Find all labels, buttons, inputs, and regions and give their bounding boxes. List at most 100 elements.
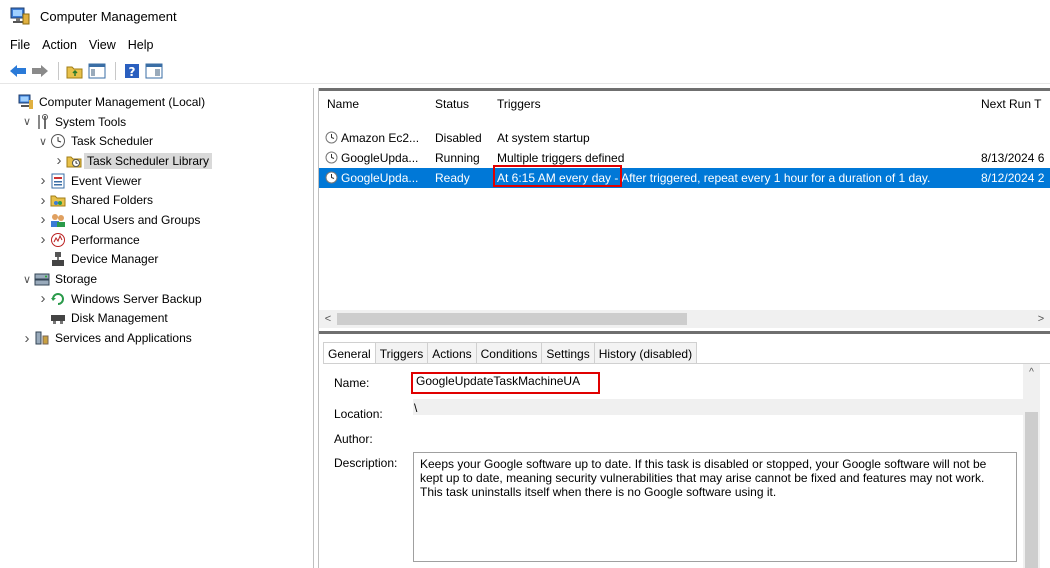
menu-file[interactable]: File [0,34,36,56]
horizontal-scrollbar[interactable]: < > [319,310,1050,328]
up-folder-icon[interactable] [65,61,85,81]
chevron-right-icon[interactable]: › [36,172,50,189]
chevron-right-icon[interactable]: › [20,330,34,347]
horizontal-scroll-thumb[interactable] [337,313,687,325]
location-field-bg [413,399,1023,415]
task-status-cell: Running [435,151,480,165]
task-name-text: GoogleUpda... [341,151,419,165]
chevron-down-icon[interactable]: ∨ [36,135,50,148]
tree-item-label: Storage [55,272,98,287]
task-row[interactable]: GoogleUpda... Running Multiple triggers de… [319,148,1050,168]
menu-help[interactable]: Help [122,34,160,56]
column-header-next-run[interactable]: Next Run T [973,94,1050,114]
chevron-right-icon[interactable]: › [36,231,50,248]
tree-item[interactable]: › Local Users and Groups [0,210,313,230]
tree-item[interactable]: ∨ Task Scheduler [0,131,313,151]
task-row[interactable]: GoogleUpda... Ready At 6:15 AM every day -… [319,168,1050,188]
task-next-run-cell: 8/13/2024 6 [981,151,1045,165]
tree-item-label: Disk Management [71,311,168,326]
trigger-detail-text: - After triggered, repeat every 1 hour f… [611,171,931,185]
tree-item-label: Local Users and Groups [71,212,201,227]
tree-item[interactable]: › Performance [0,230,313,250]
tab-settings[interactable]: Settings [542,342,595,364]
help-icon[interactable]: ? [122,61,142,81]
task-list-header: Name Status Triggers Next Run T [319,94,1050,114]
tree-item-label: Task Scheduler [71,134,154,149]
tab-conditions[interactable]: Conditions [476,342,543,364]
chevron-down-icon[interactable]: ∨ [20,115,34,128]
tree-item[interactable]: ∨ Storage [0,269,313,289]
detail-tabs: General Triggers Actions Conditions Sett… [323,342,698,364]
tree-item[interactable]: › Services and Applications [0,328,313,348]
column-header-triggers[interactable]: Triggers [489,94,973,114]
show-hide-tree-icon[interactable] [87,61,107,81]
chevron-right-icon[interactable]: › [36,290,50,307]
location-value[interactable]: \ [414,401,417,415]
chevron-down-icon[interactable]: ∨ [20,273,34,286]
pane-divider[interactable] [319,331,1050,334]
tab-general[interactable]: General [323,342,376,364]
task-name-cell: GoogleUpda... [325,148,427,168]
tree-item[interactable]: ∨ System Tools [0,112,313,132]
task-name-cell: GoogleUpda... [325,168,427,188]
description-textbox[interactable]: Keeps your Google software up to date. I… [413,452,1017,562]
tab-actions[interactable]: Actions [428,342,477,364]
tree-item-label: Device Manager [71,252,159,267]
name-label: Name: [334,376,370,390]
tree-item-label: Services and Applications [55,331,192,346]
tree-item[interactable]: › Shared Folders [0,190,313,210]
task-next-run-cell: 8/12/2024 2 [981,171,1045,185]
column-header-name[interactable]: Name [319,94,427,114]
menu-action[interactable]: Action [36,34,83,56]
chevron-right-icon[interactable]: › [36,192,50,209]
scroll-left-icon[interactable]: < [319,310,337,328]
back-icon[interactable] [8,61,28,81]
trigger-text: At system startup [497,131,590,145]
tree-item[interactable]: Device Manager [0,250,313,270]
scroll-up-icon[interactable]: ^ [1023,364,1040,382]
menu-bar: File Action View Help [0,34,160,56]
storage-icon [34,271,50,287]
task-status-cell: Disabled [435,131,482,145]
task-name-text: GoogleUpda... [341,171,419,185]
tree-item[interactable]: › Event Viewer [0,171,313,191]
toolbar-separator [58,61,59,80]
task-next-run-cell [981,128,1050,148]
tree-item-label: Computer Management (Local) [39,94,206,109]
vertical-scrollbar[interactable]: ^ [1023,364,1040,568]
tab-history[interactable]: History (disabled) [594,342,698,364]
backup-icon [50,291,66,307]
task-clock-icon [325,150,338,164]
scroll-right-icon[interactable]: > [1032,310,1050,328]
tab-triggers[interactable]: Triggers [375,342,429,364]
task-row[interactable]: Amazon Ec2... Disabled At system startup [319,128,1050,148]
tree-item[interactable]: › Task Scheduler Library [0,151,313,171]
chevron-right-icon[interactable]: › [36,211,50,228]
tree-item-label: Shared Folders [71,193,154,208]
tree-item-label: Windows Server Backup [71,291,202,306]
properties-icon[interactable] [144,61,164,81]
trigger-highlight-box [493,165,622,187]
performance-icon [50,232,66,248]
description-label: Description: [334,456,398,470]
title-bar: Computer Management [0,0,1050,32]
window-title: Computer Management [40,8,177,24]
menu-view[interactable]: View [83,34,122,56]
svg-text:?: ? [129,65,136,79]
services-icon [34,330,50,346]
tree-item-label: Performance [71,232,140,247]
tree-item[interactable]: › Windows Server Backup [0,289,313,309]
device-manager-icon [50,251,66,267]
task-triggers-cell: At system startup [497,128,973,148]
tree-item-label: Task Scheduler Library [84,152,213,169]
users-icon [50,212,66,228]
forward-icon[interactable] [30,61,50,81]
column-header-status[interactable]: Status [427,94,489,114]
pane-border [319,88,1050,91]
task-clock-icon [325,130,338,144]
location-label: Location: [334,407,383,421]
vertical-scroll-thumb[interactable] [1025,412,1038,568]
chevron-right-icon[interactable]: › [52,152,66,169]
tree-item[interactable]: Disk Management [0,309,313,329]
tree-item[interactable]: Computer Management (Local) [0,92,313,112]
